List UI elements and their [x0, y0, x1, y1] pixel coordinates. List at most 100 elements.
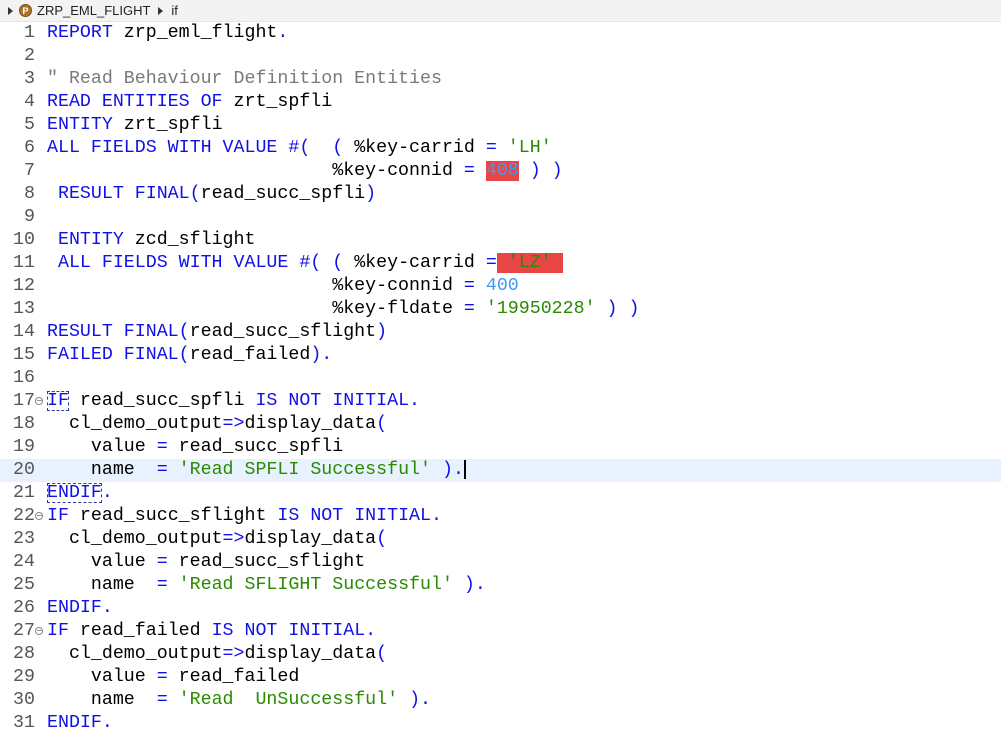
code-line[interactable]: 30 name = 'Read UnSuccessful' ). [0, 689, 1001, 712]
code-token: ). [431, 460, 464, 480]
code-line[interactable]: 2 [0, 45, 1001, 68]
code-line[interactable]: 13 %key-fldate = '19950228' ) ) [0, 298, 1001, 321]
code-token: %key-carrid [354, 253, 486, 273]
fold-collapse-icon[interactable]: − [35, 397, 43, 405]
code-line[interactable]: 26 ENDIF. [0, 597, 1001, 620]
line-number: 13 [13, 299, 35, 319]
code-token: value [47, 667, 157, 687]
code-token: value [47, 437, 157, 457]
line-number: 23 [13, 529, 35, 549]
code-text: %key-fldate = '19950228' ) ) [47, 298, 639, 321]
code-token: cl_demo_output [47, 529, 223, 549]
fold-collapse-icon[interactable]: − [35, 627, 43, 635]
code-line[interactable]: 31 ENDIF. [0, 712, 1001, 735]
code-line[interactable]: 27− IF read_failed IS NOT INITIAL. [0, 620, 1001, 643]
code-line[interactable]: 24 value = read_succ_sflight [0, 551, 1001, 574]
code-token: display_data [244, 644, 377, 664]
code-token: = [485, 138, 508, 158]
line-number: 17 [13, 391, 35, 411]
code-text: ALL FIELDS WITH VALUE #( ( %key-carrid =… [47, 137, 552, 160]
code-token: read_failed [189, 345, 311, 365]
code-text: cl_demo_output=>display_data( [47, 528, 387, 551]
line-number: 27 [13, 621, 35, 641]
code-token: = [156, 552, 168, 572]
code-token: %key-fldate [47, 299, 464, 319]
code-editor[interactable]: 1 REPORT zrp_eml_flight. 2 3 " Read Behaviou… [0, 22, 1001, 746]
line-number: 9 [24, 207, 35, 227]
code-token: = [463, 276, 486, 296]
code-line[interactable]: 9 [0, 206, 1001, 229]
code-line[interactable]: 29 value = read_failed [0, 666, 1001, 689]
code-text: IF read_succ_spfli IS NOT INITIAL. [47, 390, 420, 413]
code-line[interactable]: 4 READ ENTITIES OF zrt_spfli [0, 91, 1001, 114]
code-token: ENDIF. [47, 713, 113, 733]
code-line[interactable]: 14 RESULT FINAL(read_succ_sflight) [0, 321, 1001, 344]
code-token: = [156, 690, 179, 710]
code-line[interactable]: 15 FAILED FINAL(read_failed). [0, 344, 1001, 367]
code-token: ENTITY [47, 230, 124, 250]
code-line[interactable]: 3 " Read Behaviour Definition Entities [0, 68, 1001, 91]
breadcrumb-item-block[interactable]: if [171, 3, 178, 18]
code-line[interactable]: 5 ENTITY zrt_spfli [0, 114, 1001, 137]
line-number: 12 [13, 276, 35, 296]
code-token: ( [376, 644, 388, 664]
code-line[interactable]: 25 name = 'Read SFLIGHT Successful' ). [0, 574, 1001, 597]
code-line[interactable]: 21 ENDIF. [0, 482, 1001, 505]
code-token: RESULT FINAL( [47, 184, 201, 204]
code-token: read_succ_spfli [68, 391, 256, 411]
code-text: REPORT zrp_eml_flight. [47, 22, 288, 45]
code-line[interactable]: 22− IF read_succ_sflight IS NOT INITIAL. [0, 505, 1001, 528]
code-line[interactable]: 17− IF read_succ_spfli IS NOT INITIAL. [0, 390, 1001, 413]
expand-arrow-icon[interactable] [8, 6, 13, 15]
code-line[interactable]: 18 cl_demo_output=>display_data( [0, 413, 1001, 436]
line-number: 6 [24, 138, 35, 158]
line-number: 29 [13, 667, 35, 687]
code-line[interactable]: 28 cl_demo_output=>display_data( [0, 643, 1001, 666]
code-token: name [47, 575, 157, 595]
code-token: 'Read SPFLI Successful' [178, 460, 431, 480]
error-highlight-token: 408 [485, 161, 519, 181]
code-token: IF [47, 621, 69, 641]
code-text: ENTITY zcd_sflight [47, 229, 255, 252]
code-token: ( [376, 414, 388, 434]
code-token: . [101, 483, 113, 503]
code-token: %key-connid [47, 276, 464, 296]
code-text: ENDIF. [47, 597, 113, 620]
code-text: RESULT FINAL(read_succ_sflight) [47, 321, 387, 344]
code-line[interactable]: 11 ALL FIELDS WITH VALUE #( ( %key-carri… [0, 252, 1001, 275]
line-number: 24 [13, 552, 35, 572]
code-token: zrt_spfli [112, 115, 223, 135]
code-token: = [463, 161, 486, 181]
code-token: zrp_eml_flight [112, 23, 278, 43]
abap-program-icon: P [19, 4, 32, 17]
code-line[interactable]: 12 %key-connid = 400 [0, 275, 1001, 298]
fold-collapse-icon[interactable]: − [35, 512, 43, 520]
code-line[interactable]: 16 [0, 367, 1001, 390]
code-text: FAILED FINAL(read_failed). [47, 344, 332, 367]
code-text: value = read_failed [47, 666, 299, 689]
code-token: " Read Behaviour Definition Entities [47, 69, 442, 89]
line-number: 10 [13, 230, 35, 250]
code-line[interactable]: 23 cl_demo_output=>display_data( [0, 528, 1001, 551]
code-token: cl_demo_output [47, 414, 223, 434]
breadcrumb-item-program[interactable]: ZRP_EML_FLIGHT [37, 3, 150, 18]
code-token: zcd_sflight [123, 230, 256, 250]
code-text: cl_demo_output=>display_data( [47, 643, 387, 666]
code-token: READ ENTITIES OF [47, 92, 223, 112]
code-line[interactable]: 1 REPORT zrp_eml_flight. [0, 22, 1001, 45]
code-token: = [156, 575, 179, 595]
code-line[interactable]: 6 ALL FIELDS WITH VALUE #( ( %key-carrid … [0, 137, 1001, 160]
code-token: name [47, 690, 157, 710]
code-token: IS NOT INITIAL. [211, 621, 377, 641]
code-token: read_succ_sflight [167, 552, 366, 572]
line-number: 14 [13, 322, 35, 342]
code-token: = [156, 437, 168, 457]
code-line[interactable]: 10 ENTITY zcd_sflight [0, 229, 1001, 252]
code-line[interactable]: 8 RESULT FINAL(read_succ_spfli) [0, 183, 1001, 206]
code-text: name = 'Read UnSuccessful' ). [47, 689, 431, 712]
code-line[interactable]: 7 %key-connid = 408 ) ) [0, 160, 1001, 183]
code-line[interactable]: 19 value = read_succ_spfli [0, 436, 1001, 459]
code-line[interactable]: 20 name = 'Read SPFLI Successful' ). [0, 459, 1001, 482]
line-number: 18 [13, 414, 35, 434]
code-token: ). [398, 690, 432, 710]
